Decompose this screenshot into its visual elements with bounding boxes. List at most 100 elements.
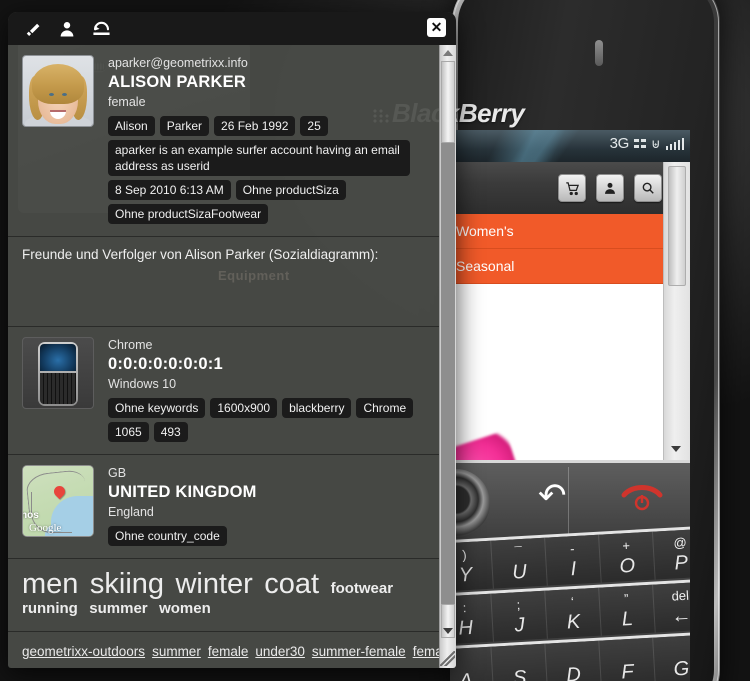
segment-link[interactable]: under30 — [255, 644, 305, 659]
key-g-label: G — [673, 657, 690, 681]
browser-os: Windows 10 — [108, 377, 177, 391]
browser-tag[interactable]: Ohne keywords — [108, 398, 206, 418]
phone-hardware-row: ↶ — [450, 460, 690, 538]
key-delete[interactable]: del ← — [652, 581, 690, 633]
hardware-key-divider — [568, 467, 569, 534]
browser-tag[interactable]: 1600x900 — [210, 398, 278, 418]
profile-meta-row: 8 Sep 2010 6:13 AM Ohne productSiza — [108, 180, 426, 200]
keyword-small[interactable]: women — [159, 601, 211, 617]
panel-scroll-up-icon[interactable] — [443, 50, 453, 56]
browser-tag[interactable]: Chrome — [356, 398, 414, 418]
avatar — [22, 55, 94, 127]
profile-tag[interactable]: Parker — [159, 116, 210, 136]
phone-nav-item-1[interactable]: Seasonal — [450, 249, 664, 284]
phone-screen-scrollbar[interactable] — [663, 162, 690, 460]
end-call-key-icon[interactable] — [620, 481, 664, 517]
segment-links: geometrixx-outdoors summer female under30 su… — [22, 642, 440, 661]
keyword-large[interactable]: winter — [175, 569, 252, 600]
location-tag[interactable]: Ohne country_code — [108, 526, 227, 546]
edit-icon[interactable] — [16, 14, 50, 44]
phone-nav-item-0[interactable]: Women's — [450, 214, 664, 249]
key-p[interactable]: @ P — [651, 528, 690, 580]
key-f[interactable]: F — [598, 637, 655, 681]
social-graph-canvas: Equipment — [22, 262, 426, 314]
key-k-sup: ‘ — [570, 594, 575, 610]
profile-meta-tag[interactable]: 8 Sep 2010 6:13 AM — [108, 180, 231, 200]
key-s[interactable]: S — [490, 643, 548, 681]
browser-name: Chrome — [108, 338, 153, 352]
profile-meta-tag[interactable]: Ohne productSiza — [235, 180, 346, 200]
profile-meta-row-2: Ohne productSizaFootwear — [108, 204, 426, 224]
key-i-sup: - — [569, 541, 575, 557]
segment-link[interactable]: summer — [152, 644, 201, 659]
profile-tag[interactable]: 26 Feb 1992 — [214, 116, 296, 136]
browser-tag[interactable]: blackberry — [282, 398, 352, 418]
phone-appbar — [450, 162, 690, 214]
key-d-label: D — [565, 663, 582, 681]
phone-scrollbar-thumb[interactable] — [668, 166, 686, 286]
key-d[interactable]: D — [544, 640, 601, 681]
keyword-large[interactable]: men — [22, 569, 78, 600]
key-i[interactable]: -I — [544, 534, 601, 586]
segment-link[interactable]: geometrixx-outdoors — [22, 644, 145, 659]
profile-meta-tag[interactable]: Ohne productSizaFootwear — [108, 204, 269, 224]
keyword-large[interactable]: coat — [264, 569, 319, 600]
network-grid-icon — [633, 137, 646, 150]
profile-tag[interactable]: 25 — [300, 116, 328, 136]
location-section: nos Google GB UNITED KINGDOM England Ohn… — [8, 455, 440, 559]
map-thumbnail[interactable]: nos Google — [22, 465, 94, 537]
key-k[interactable]: ‘K — [544, 587, 601, 639]
key-a[interactable]: A — [450, 646, 494, 681]
browser-tag-row-2: 1065 493 — [108, 422, 426, 442]
panel-scrollbar-thumb[interactable] — [441, 61, 455, 143]
key-j-label: J — [514, 613, 526, 637]
close-icon[interactable]: ✕ — [427, 18, 446, 37]
browser-tag[interactable]: 493 — [153, 422, 188, 442]
profile-identity: aparker@geometrixx.info ALISON PARKER fe… — [108, 55, 426, 224]
key-g[interactable]: G — [652, 634, 690, 681]
map-watermark: Google — [29, 522, 62, 534]
device-thumbnail-screen — [40, 344, 76, 371]
cart-icon[interactable] — [558, 174, 586, 202]
panel-scrollbar[interactable] — [439, 45, 456, 668]
key-l[interactable]: ” L — [598, 584, 655, 636]
segment-link[interactable]: female-under30 — [413, 644, 440, 659]
scroll-down-arrow-icon[interactable] — [671, 446, 681, 452]
keyword-large[interactable]: skiing — [90, 569, 164, 600]
back-key-icon[interactable]: ↶ — [538, 479, 567, 513]
location-identity: GB UNITED KINGDOM England Ohne country_c… — [108, 465, 426, 546]
key-h[interactable]: :H — [450, 593, 494, 645]
profile-description[interactable]: aparker is an example surfer account hav… — [108, 140, 410, 176]
keyword-medium[interactable]: footwear — [331, 581, 394, 597]
segment-link[interactable]: summer-female — [312, 644, 406, 659]
panel-scroll-down-icon[interactable] — [443, 628, 453, 634]
person-icon[interactable] — [50, 14, 84, 44]
profile-tag[interactable]: Alison — [108, 116, 155, 136]
phone-screen-content — [450, 284, 664, 460]
key-o-sup: + — [621, 537, 631, 554]
panel-body: aparker@geometrixx.info ALISON PARKER fe… — [8, 45, 456, 668]
account-icon[interactable] — [596, 174, 624, 202]
keyword-small[interactable]: running — [22, 601, 78, 617]
network-type-label: 3G — [609, 135, 630, 152]
key-u-sup: ¯ — [514, 544, 523, 560]
phone-trackpad[interactable] — [450, 469, 490, 537]
key-l-label: L — [621, 607, 634, 631]
map-city-label: nos — [22, 510, 39, 521]
key-delete-sup: del — [671, 587, 690, 604]
segment-link[interactable]: female — [208, 644, 249, 659]
avatar-hair — [32, 64, 84, 104]
key-j[interactable]: ; J — [490, 590, 547, 642]
resize-grip-icon[interactable] — [440, 651, 455, 666]
key-j-sup: ; — [516, 597, 521, 613]
key-o[interactable]: + O — [598, 531, 655, 583]
browser-tag[interactable]: 1065 — [108, 422, 149, 442]
segment-links-section: geometrixx-outdoors summer female under30 su… — [8, 632, 440, 668]
key-u-label: U — [511, 560, 528, 584]
key-u[interactable]: ¯ U — [490, 537, 547, 589]
keyword-small[interactable]: summer — [89, 601, 147, 617]
key-y[interactable]: ) Y — [450, 540, 493, 592]
restore-icon[interactable] — [84, 14, 118, 44]
search-icon[interactable] — [634, 174, 662, 202]
panel-scrollbar-track[interactable] — [441, 61, 455, 638]
